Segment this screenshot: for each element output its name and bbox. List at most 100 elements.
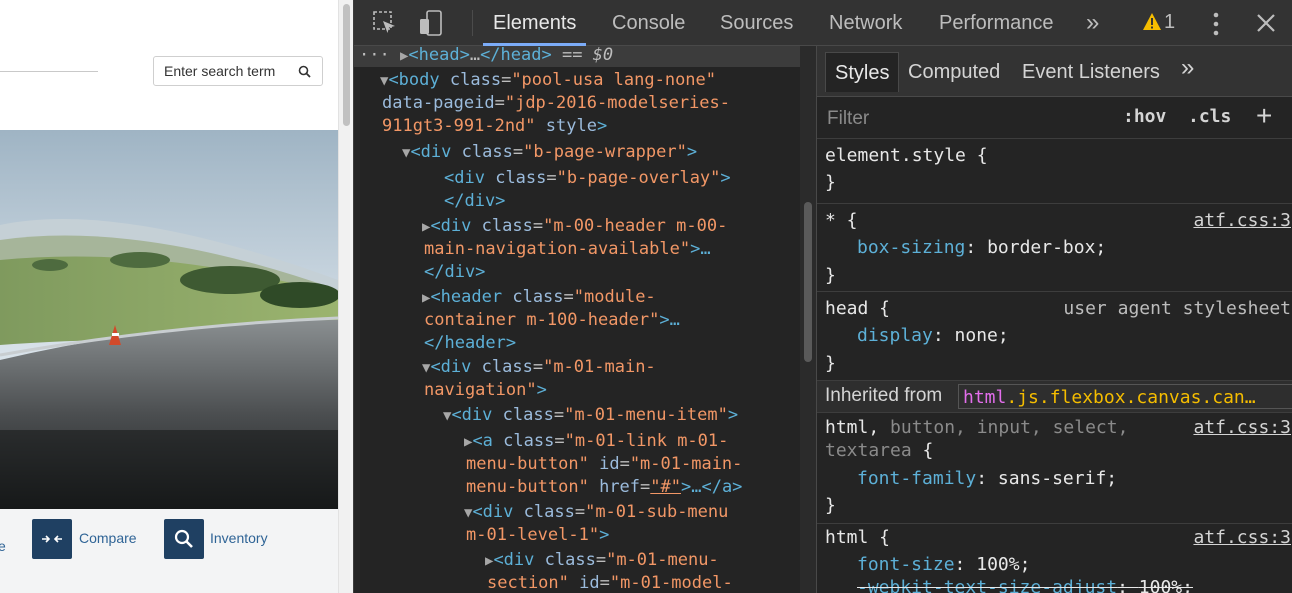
partial-link[interactable]: e (0, 538, 6, 554)
property-name[interactable]: font-family (857, 468, 976, 489)
dom-node-mainnav[interactable]: ▼<div class="m-01-main- (422, 356, 656, 379)
kebab-menu-icon[interactable] (1212, 12, 1220, 36)
attr-value-link[interactable]: "#" (650, 477, 681, 497)
tag-end: </div> (424, 262, 486, 282)
rule-element-style[interactable]: element.style { } (817, 140, 1292, 204)
dom-node-head[interactable]: ··· ▶<head>…</head> == $0 (354, 46, 800, 67)
more-tabs-icon[interactable]: » (1086, 0, 1099, 46)
dom-node-submenu[interactable]: ▼<div class="m-01-sub-menu (464, 501, 728, 524)
compare-label[interactable]: Compare (79, 530, 137, 546)
inventory-label[interactable]: Inventory (210, 530, 268, 546)
attr-name: id (599, 454, 620, 474)
tag-name: <body (388, 70, 440, 90)
dom-node-header100-end: </header> (424, 332, 516, 355)
attr-value: "m-01-model- (609, 573, 733, 593)
elements-scrollbar[interactable] (800, 46, 816, 593)
search-box[interactable] (153, 56, 323, 86)
elements-scrollbar-thumb[interactable] (804, 202, 812, 362)
property-value[interactable]: 100%; (976, 554, 1030, 575)
attr-name: class (544, 550, 596, 570)
attr-name: class (461, 142, 513, 162)
property-name[interactable]: display (857, 325, 933, 346)
attr-value: "m-00-header m-00- (543, 216, 728, 236)
tab-console[interactable]: Console (612, 0, 685, 46)
tag-close: > (536, 380, 547, 400)
attr-value: 911gt3-991-2nd" (382, 116, 536, 136)
rule-source-link[interactable]: atf.css:3 (1193, 524, 1291, 552)
attr-name: href (599, 477, 641, 497)
tab-sources[interactable]: Sources (720, 0, 793, 46)
tag-name: <div (493, 550, 535, 570)
tag-name: <div (410, 142, 452, 162)
elements-tree[interactable]: ··· ▶<head>…</head> == $0 ▼<body class="… (354, 46, 816, 593)
property-name[interactable]: box-sizing (857, 237, 965, 258)
hover-state-toggle[interactable]: :hov (1123, 106, 1166, 127)
rule-head[interactable]: head { user agent stylesheet display: no… (817, 293, 1292, 381)
page-scrollbar[interactable] (338, 0, 353, 593)
dom-node-overlay[interactable]: <div class="b-page-overlay"> (444, 167, 731, 190)
filter-input[interactable]: Filter (827, 108, 869, 130)
search-input[interactable] (154, 57, 294, 85)
rule-source-link[interactable]: atf.css:3 (1193, 414, 1291, 442)
rule-source-link[interactable]: atf.css:3 (1193, 207, 1291, 235)
rule-html-form[interactable]: html, button, input, select, atf.css:3 t… (817, 414, 1292, 524)
tab-event-listeners[interactable]: Event Listeners (1022, 52, 1160, 92)
search-icon[interactable] (298, 65, 311, 78)
page-scrollbar-thumb[interactable] (343, 4, 350, 126)
tag-name: <div (430, 357, 472, 377)
tab-performance[interactable]: Performance (939, 0, 1054, 46)
tab-network[interactable]: Network (829, 0, 902, 46)
tag-name: <div (472, 502, 514, 522)
attr-name: class (481, 357, 533, 377)
new-rule-button[interactable]: + (1256, 100, 1272, 132)
devtools-toolbar: Elements Console Sources Network Perform… (354, 0, 1292, 46)
rule-selector: element.style { (825, 145, 988, 166)
dom-node-submenu-cont: m-01-level-1"> (466, 524, 609, 547)
rule-html[interactable]: html { atf.css:3 font-size: 100%; -webki… (817, 524, 1292, 593)
property-name[interactable]: font-size (857, 554, 955, 575)
inspect-element-icon[interactable] (372, 10, 398, 36)
property-value[interactable]: none; (955, 325, 1009, 346)
dom-node-link[interactable]: ▶<a class="m-01-link m-01- (464, 430, 728, 453)
rule-close: } (825, 265, 836, 286)
tab-elements[interactable]: Elements (482, 0, 587, 46)
dom-node-body[interactable]: ▼<body class="pool-usa lang-none" (380, 69, 716, 92)
dom-node-header100[interactable]: ▶<header class="module- (422, 286, 656, 309)
inherited-node-link[interactable]: html.js.flexbox.canvas.can… (958, 384, 1292, 409)
dom-node-section[interactable]: ▶<div class="m-01-menu- (485, 549, 719, 572)
inventory-button[interactable] (164, 519, 204, 559)
device-toolbar-icon[interactable] (418, 10, 444, 36)
rule-close: } (825, 172, 836, 193)
tab-computed[interactable]: Computed (908, 52, 1000, 92)
attr-value: "b-page-wrapper" (523, 142, 687, 162)
rule-universal[interactable]: * { atf.css:3 box-sizing: border-box; } (817, 205, 1292, 292)
attr-value: "m-01-sub-menu (585, 502, 729, 522)
styles-tabbar: Styles Computed Event Listeners » (817, 46, 1292, 97)
close-icon[interactable] (1257, 14, 1275, 32)
tag-head-close: </head> (480, 46, 552, 65)
rule-selector: * { (825, 210, 858, 231)
dom-node-wrapper[interactable]: ▼<div class="b-page-wrapper"> (402, 141, 697, 164)
compare-button[interactable] (32, 519, 72, 559)
attr-name: class (503, 431, 555, 451)
tag-head-open: <head> (408, 46, 470, 65)
property-name-overridden[interactable]: -webkit-text-size-adjust (857, 577, 1117, 593)
page-viewport: e Compare Inventory (0, 0, 353, 593)
more-tabs-icon[interactable]: » (1181, 48, 1194, 88)
warning-count[interactable]: 1 (1164, 11, 1175, 34)
equals: == (551, 46, 593, 65)
tag-name: <header (430, 287, 503, 307)
class-toggle[interactable]: .cls (1188, 106, 1231, 127)
dom-node-menuitem[interactable]: ▼<div class="m-01-menu-item"> (443, 404, 738, 427)
dom-node-body-cont: data-pageid="jdp-2016-modelseries- (382, 93, 731, 113)
property-value[interactable]: border-box; (987, 237, 1106, 258)
dom-node-header00[interactable]: ▶<div class="m-00-header m-00- (422, 215, 727, 238)
tab-styles[interactable]: Styles (825, 52, 900, 92)
warning-icon[interactable] (1142, 12, 1162, 31)
rule-selector: html { (825, 527, 891, 548)
property-value[interactable]: sans-serif; (998, 468, 1117, 489)
property-value-overridden[interactable]: 100%; (1139, 577, 1193, 593)
tag-name: <div (444, 168, 485, 188)
rule-selector-dim: button, input, select, (879, 417, 1129, 438)
attr-value: main-navigation-available" (424, 239, 691, 259)
